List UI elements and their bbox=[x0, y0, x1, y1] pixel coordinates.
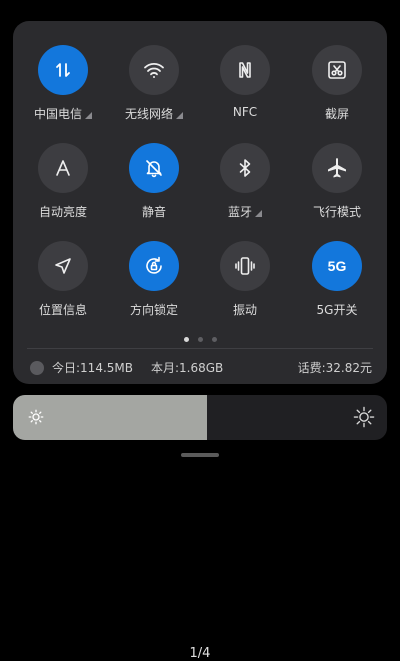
tile-label: 位置信息 bbox=[38, 303, 87, 317]
quick-settings-panel: 中国电信 无线网络 NFC 截屏 自动亮度 静音 蓝牙 飞行模式 位置信息 方向… bbox=[13, 21, 387, 384]
expand-arrow-icon[interactable] bbox=[176, 111, 183, 119]
tile-airplane[interactable]: 飞行模式 bbox=[292, 143, 382, 233]
tile-rotation-lock[interactable]: 方向锁定 bbox=[109, 241, 199, 331]
tile-auto-brightness-circle[interactable] bbox=[38, 143, 88, 193]
tile-location-circle[interactable] bbox=[38, 241, 88, 291]
tile-auto-brightness[interactable]: 自动亮度 bbox=[18, 143, 108, 233]
tile-wifi[interactable]: 无线网络 bbox=[109, 45, 199, 135]
tile-label: 无线网络 bbox=[124, 107, 173, 121]
divider bbox=[27, 348, 373, 349]
page-indicator: 1/4 bbox=[189, 646, 211, 661]
mute-bell-icon bbox=[146, 160, 162, 178]
tile-vibrate-circle[interactable] bbox=[220, 241, 270, 291]
wifi-icon bbox=[144, 63, 164, 78]
tile-label: 5G开关 bbox=[316, 303, 358, 317]
tile-label: 截屏 bbox=[324, 107, 349, 121]
tile-label: 自动亮度 bbox=[38, 205, 87, 219]
tile-location[interactable]: 位置信息 bbox=[18, 241, 108, 331]
airplane-icon bbox=[328, 158, 346, 178]
data-transfer-icon bbox=[56, 63, 70, 77]
location-icon bbox=[55, 258, 71, 274]
brightness-slider[interactable] bbox=[13, 395, 387, 440]
screenshot-icon bbox=[328, 61, 346, 79]
vibrate-icon bbox=[235, 257, 255, 275]
tile-bluetooth[interactable]: 蓝牙 bbox=[200, 143, 290, 233]
expand-arrow-icon[interactable] bbox=[255, 209, 262, 217]
phone-fee: 话费:32.82元 bbox=[297, 361, 372, 375]
tile-label: 蓝牙 bbox=[227, 205, 252, 219]
tile-mobile-data[interactable]: 中国电信 bbox=[18, 45, 108, 135]
tile-label: 静音 bbox=[141, 205, 166, 219]
auto-brightness-icon bbox=[56, 160, 70, 176]
tile-rotation-lock-circle[interactable] bbox=[129, 241, 179, 291]
tile-label: 飞行模式 bbox=[312, 205, 361, 219]
data-usage-indicator-icon bbox=[30, 360, 44, 375]
tile-mobile-data-circle[interactable] bbox=[38, 45, 88, 95]
page-dots bbox=[13, 337, 387, 342]
tile-nfc[interactable]: NFC bbox=[200, 45, 290, 135]
data-usage-row[interactable]: 今日:114.5MB 本月:1.68GB 话费:32.82元 bbox=[30, 359, 372, 376]
tile-5g[interactable]: 5G 5G开关 bbox=[292, 241, 382, 331]
data-usage-today: 今日:114.5MB bbox=[52, 361, 133, 375]
tile-5g-circle[interactable]: 5G bbox=[312, 241, 362, 291]
tile-nfc-circle[interactable] bbox=[220, 45, 270, 95]
panel-drag-handle[interactable] bbox=[181, 453, 219, 457]
brightness-high-icon bbox=[353, 406, 375, 428]
tile-mute-circle[interactable] bbox=[129, 143, 179, 193]
5g-icon: 5G bbox=[327, 258, 347, 274]
tile-screenshot[interactable]: 截屏 bbox=[292, 45, 382, 135]
tile-label: 方向锁定 bbox=[129, 303, 178, 317]
tile-screenshot-circle[interactable] bbox=[312, 45, 362, 95]
tile-label: 中国电信 bbox=[33, 107, 82, 121]
page-dot[interactable] bbox=[211, 337, 217, 342]
expand-arrow-icon[interactable] bbox=[85, 111, 92, 119]
page-dot[interactable] bbox=[197, 337, 203, 342]
tile-label: 振动 bbox=[232, 303, 257, 317]
tile-mute[interactable]: 静音 bbox=[109, 143, 199, 233]
tile-label: NFC bbox=[232, 105, 258, 119]
rotation-lock-icon bbox=[146, 256, 162, 274]
quick-settings-grid: 中国电信 无线网络 NFC 截屏 自动亮度 静音 蓝牙 飞行模式 位置信息 方向… bbox=[13, 21, 387, 321]
control-center: 中国电信 无线网络 NFC 截屏 自动亮度 静音 蓝牙 飞行模式 位置信息 方向… bbox=[0, 0, 400, 661]
data-usage-month: 本月:1.68GB bbox=[150, 361, 224, 375]
brightness-low-icon bbox=[28, 409, 44, 425]
bluetooth-icon bbox=[239, 159, 251, 177]
tile-airplane-circle[interactable] bbox=[312, 143, 362, 193]
tile-bluetooth-circle[interactable] bbox=[220, 143, 270, 193]
page-dot-active[interactable] bbox=[183, 337, 189, 342]
nfc-icon bbox=[239, 62, 251, 78]
tile-wifi-circle[interactable] bbox=[129, 45, 179, 95]
tile-vibrate[interactable]: 振动 bbox=[200, 241, 290, 331]
